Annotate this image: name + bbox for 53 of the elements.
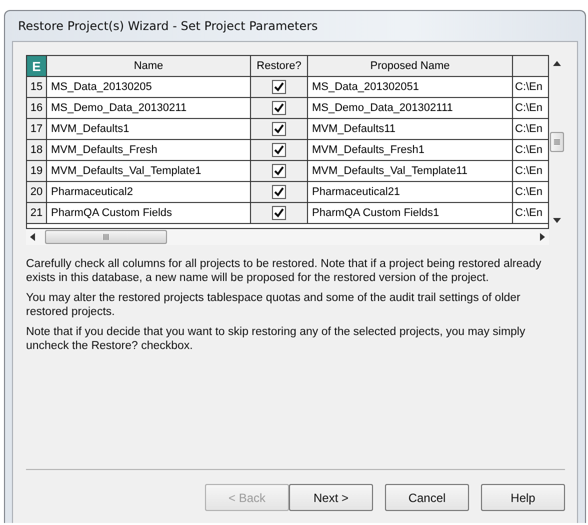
horizontal-scrollbar[interactable]: [26, 229, 549, 245]
instruction-text: Carefully check all columns for all projects to be restored. Note that if a project being restored already exists in this database, a new name will be proposed for the restored version of the project.: [26, 257, 542, 285]
table-cell: MVM_Defaults_Val_Template11: [308, 161, 513, 182]
restore-checkbox[interactable]: [272, 164, 286, 178]
restore-checkbox[interactable]: [272, 185, 286, 199]
table-cell: C:\En: [513, 77, 548, 98]
table-cell: MVM_Defaults_Fresh: [47, 140, 251, 161]
column-header[interactable]: Name: [47, 56, 251, 77]
wizard-button[interactable]: Help: [481, 484, 565, 511]
row-number: 18: [27, 140, 47, 161]
window-title: Restore Project(s) Wizard - Set Project Parameters: [17, 18, 319, 35]
row-number: 21: [27, 203, 47, 224]
scroll-down-arrow-icon[interactable]: [553, 218, 561, 223]
table-cell: MS_Data_201302051: [308, 77, 513, 98]
corner-logo: E: [27, 56, 47, 77]
instruction-text: You may alter the restored projects tablespace quotas and some of the audit trail settings of older restored projects.: [26, 291, 522, 319]
table-cell: Pharmaceutical2: [47, 182, 251, 203]
restore-checkbox[interactable]: [272, 122, 286, 136]
table-cell: C:\En: [513, 203, 548, 224]
instruction-text: Note that if you decide that you want to skip restoring any of the selected projects, you may simply uncheck the Restore? checkbox.: [26, 325, 526, 353]
restore-checkbox[interactable]: [272, 101, 286, 115]
table-cell: C:\En: [513, 119, 548, 140]
wizard-button[interactable]: Next >: [289, 484, 373, 511]
row-number: 20: [27, 182, 47, 203]
scroll-left-arrow-icon[interactable]: [30, 233, 35, 241]
table-cell: PharmQA Custom Fields1: [308, 203, 513, 224]
scroll-up-arrow-icon[interactable]: [553, 61, 561, 66]
table-cell: MVM_Defaults_Fresh1: [308, 140, 513, 161]
table-cell: MS_Demo_Data_201302111: [308, 98, 513, 119]
table-cell: MVM_Defaults_Val_Template1: [47, 161, 251, 182]
scroll-right-arrow-icon[interactable]: [540, 233, 545, 241]
row-number: 19: [27, 161, 47, 182]
restore-checkbox[interactable]: [272, 80, 286, 94]
column-header[interactable]: Proposed Name: [308, 56, 513, 77]
table-cell: MS_Data_20130205: [47, 77, 251, 98]
table-cell: C:\En: [513, 161, 548, 182]
table-cell: PharmQA Custom Fields: [47, 203, 251, 224]
column-header[interactable]: Restore?: [251, 56, 308, 77]
table-cell: MVM_Defaults1: [47, 119, 251, 140]
restore-checkbox[interactable]: [272, 143, 286, 157]
row-number: 15: [27, 77, 47, 98]
scroll-thumb[interactable]: [45, 230, 167, 244]
row-number: 17: [27, 119, 47, 140]
table-cell: C:\En: [513, 140, 548, 161]
scroll-thumb[interactable]: [550, 132, 564, 152]
table-cell: C:\En: [513, 182, 548, 203]
table-cell: Pharmaceutical21: [308, 182, 513, 203]
row-number: 16: [27, 98, 47, 119]
table-cell: C:\En: [513, 98, 548, 119]
restore-checkbox[interactable]: [272, 206, 286, 220]
table-cell: MVM_Defaults11: [308, 119, 513, 140]
table-cell: MS_Demo_Data_20130211: [47, 98, 251, 119]
wizard-button[interactable]: Cancel: [385, 484, 469, 511]
